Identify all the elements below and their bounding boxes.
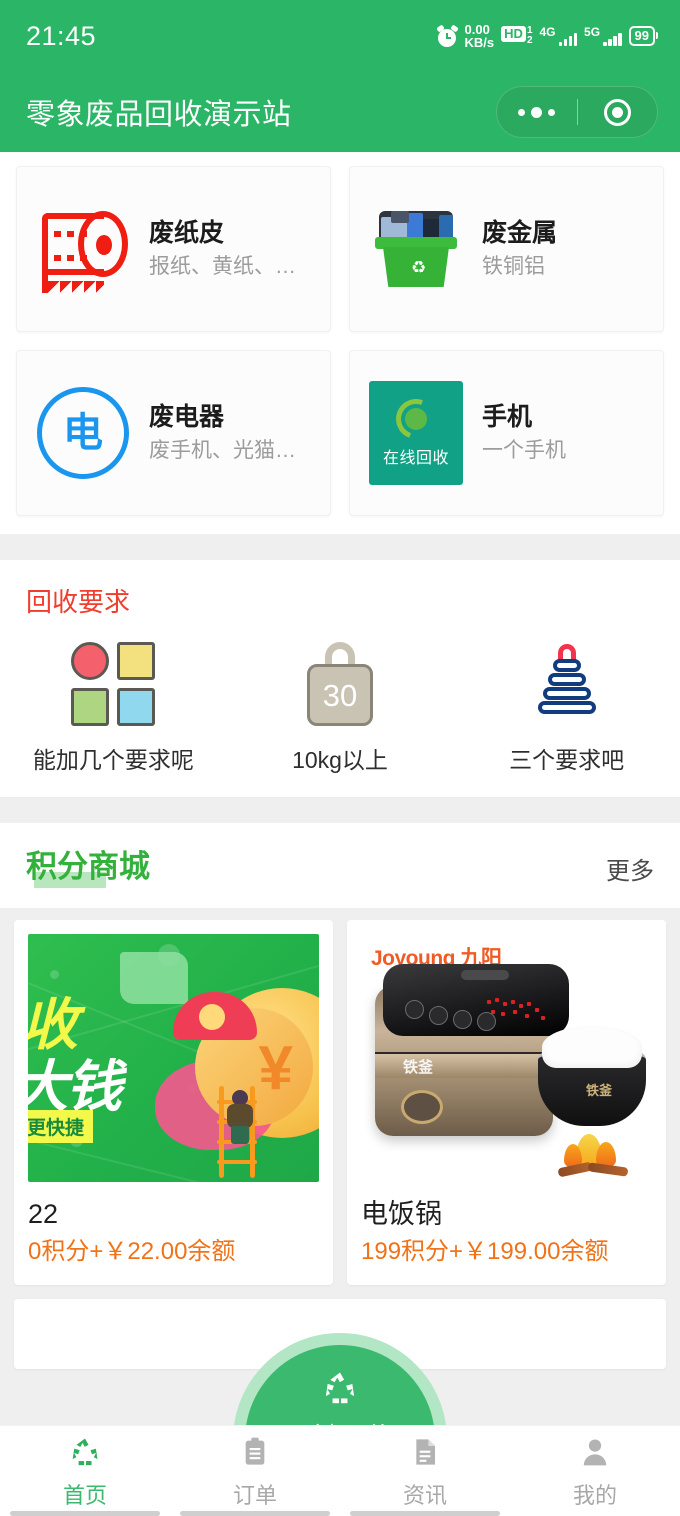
requirement-label: 三个要求吧 [509,747,625,773]
globe-recycle-icon [389,391,443,446]
product-price: 199积分+￥199.00余额 [361,1238,609,1266]
hd-label: HD [501,26,526,42]
points-mall-title-wrap: 积分商城 [26,841,150,888]
category-desc: 铁铜铝 [482,254,545,278]
close-miniprogram-button[interactable] [578,98,658,126]
tab-home[interactable]: 首页 [0,1426,170,1516]
product-name: 电饭锅 [361,1199,442,1229]
section-divider [0,534,680,560]
paper-roll-icon [31,197,135,301]
weight-icon: 30 [301,641,379,727]
points-mall-header: 积分商城 更多 [0,823,680,908]
category-desc: 废手机、光猫… [149,438,296,462]
green-recycle-promo-banner: ¥ 收 大钱 更快捷 [28,934,319,1182]
tab-label: 资讯 [402,1482,447,1508]
requirement-label: 10kg以上 [292,747,388,773]
nav-bar: 零象废品回收演示站 [0,72,680,152]
requirements-section: 回收要求 能加几个要求呢 30 10kg以上 三个要求吧 [0,560,680,797]
tab-label: 我的 [572,1482,617,1508]
status-icon-group: 0.00 KB/s HD 1 2 4G 5G 99 [435,23,658,49]
more-menu-button[interactable] [497,106,577,118]
capsule-target-icon [603,98,631,126]
requirement-item[interactable]: 能加几个要求呢 [0,641,227,775]
category-row-2: 电 废电器 废手机、光猫… 在线回收 手机 一个手机 [16,350,664,516]
category-name: 废电器 [149,402,225,431]
signal1-label: 4G [539,25,556,39]
points-mall-more-link[interactable]: 更多 [606,851,654,886]
battery-level: 99 [628,25,655,47]
status-time: 21:45 [26,20,97,51]
signal-4g-icon: 4G [540,26,578,46]
category-name: 手机 [482,402,533,431]
category-name: 废纸皮 [149,218,225,247]
tile-label: 在线回收 [382,449,449,467]
signal-5g-icon: 5G [584,26,622,46]
tab-label: 订单 [232,1482,277,1508]
more-dots-icon [518,106,556,118]
points-mall-title: 积分商城 [26,849,150,884]
hd-voice-icon: HD 1 2 [501,26,533,46]
online-recycle-tile-icon: 在线回收 [364,381,468,485]
joyoung-rice-cooker-photo: Joyoung 九阳 铁釜 铁釜 [361,934,652,1182]
alarm-clock-icon [435,23,459,47]
user-icon [579,1433,611,1471]
recycle-icon [320,1369,360,1407]
category-card-metal[interactable]: ♻ 废金属 铁铜铝 [349,166,664,332]
netspeed-unit: KB/s [464,35,495,50]
home-indicator [350,1511,500,1516]
product-name: 22 [28,1199,59,1229]
requirement-item[interactable]: 三个要求吧 [453,641,680,775]
color-blocks-icon [71,641,156,727]
product-price: 0积分+￥22.00余额 [28,1238,236,1266]
product-card[interactable]: ¥ 收 大钱 更快捷 22 0积分+￥22.00余额 [14,920,333,1286]
category-card-phone[interactable]: 在线回收 手机 一个手机 [349,350,664,516]
category-section: 废纸皮 报纸、黄纸、… ♻ 废金属 铁铜铝 电 废电器 废手机、光猫… 在线回收… [0,152,680,534]
product-list: ¥ 收 大钱 更快捷 22 0积分+￥22.00余额 [0,908,680,1286]
battery-icon: 99 [628,25,658,47]
recycle-icon [68,1433,102,1471]
requirement-label: 能加几个要求呢 [32,747,194,773]
tab-profile[interactable]: 我的 [510,1426,680,1516]
category-desc: 报纸、黄纸、… [149,254,296,278]
weight-icon-value: 30 [322,677,358,713]
section-divider-2 [0,797,680,823]
category-name: 废金属 [482,218,558,247]
signal2-label: 5G [584,25,601,39]
category-row-1: 废纸皮 报纸、黄纸、… ♻ 废金属 铁铜铝 [16,166,664,332]
requirements-title: 回收要求 [26,587,131,617]
status-bar: 21:45 0.00 KB/s HD 1 2 4G 5G 99 [0,0,680,72]
home-indicator [180,1511,330,1516]
category-desc: 一个手机 [482,438,566,462]
home-indicator [10,1511,160,1516]
product-card[interactable]: Joyoung 九阳 铁釜 铁釜 电饭锅 199积分+￥199.00余额 [347,920,666,1286]
network-speed-indicator: 0.00 KB/s [465,23,495,49]
requirement-item[interactable]: 30 10kg以上 [227,641,454,775]
bottom-tab-bar: 首页 订单 资讯 我的 [0,1425,680,1516]
recycling-bin-electronics-icon: ♻ [364,197,468,301]
stacked-rings-icon [536,641,598,727]
category-card-paper[interactable]: 废纸皮 报纸、黄纸、… [16,166,331,332]
miniprogram-capsule[interactable] [496,86,658,138]
hd-sim2: 2 [526,35,533,46]
clipboard-icon [239,1433,271,1471]
tab-orders[interactable]: 订单 [170,1426,340,1516]
app-root: 21:45 0.00 KB/s HD 1 2 4G 5G 99 零象废品回收演示… [0,0,680,1516]
electric-circle-icon: 电 [31,381,135,485]
requirements-list: 能加几个要求呢 30 10kg以上 三个要求吧 [0,641,680,775]
category-card-appliance[interactable]: 电 废电器 废手机、光猫… [16,350,331,516]
tab-news[interactable]: 资讯 [340,1426,510,1516]
tab-label: 首页 [62,1482,107,1508]
document-icon [409,1433,441,1471]
page-title: 零象废品回收演示站 [26,99,292,131]
banner-badge: 更快捷 [28,1110,94,1143]
